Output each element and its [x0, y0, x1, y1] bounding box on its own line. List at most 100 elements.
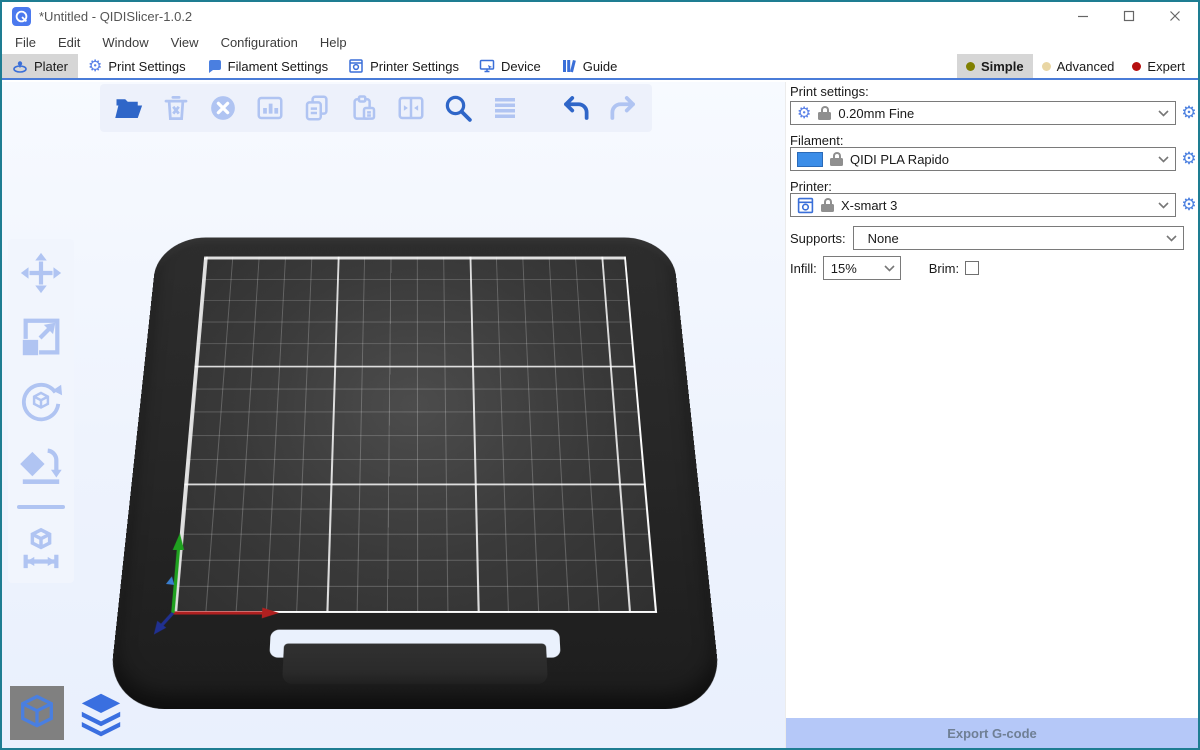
viewport-3d[interactable] — [2, 82, 785, 748]
window-title: *Untitled - QIDISlicer-1.0.2 — [39, 9, 192, 24]
gear-icon: ⚙ — [797, 105, 811, 121]
top-toolbar — [100, 84, 652, 132]
lock-icon — [818, 106, 831, 120]
tab-device[interactable]: Device — [469, 54, 551, 78]
qidislicer-window: { "window": { "title": "*Untitled - QIDI… — [0, 0, 1200, 750]
mode-advanced[interactable]: Advanced — [1033, 54, 1124, 78]
plater-icon — [12, 58, 28, 74]
view-toggles — [10, 686, 128, 740]
delete-icon[interactable] — [159, 91, 193, 125]
tab-guide[interactable]: Guide — [551, 54, 628, 78]
tab-filament-settings[interactable]: Filament Settings — [196, 54, 338, 78]
chevron-down-icon — [1158, 156, 1169, 163]
chevron-down-icon — [1166, 235, 1177, 242]
paste-icon[interactable] — [347, 91, 381, 125]
simple-dot-icon — [966, 62, 975, 71]
app-logo-icon — [12, 7, 31, 26]
device-icon — [479, 58, 495, 74]
tab-bar: Plater ⚙ Print Settings Filament Setting… — [2, 54, 1198, 80]
3d-editor-view-icon[interactable] — [10, 686, 64, 740]
menu-help[interactable]: Help — [309, 30, 358, 54]
window-controls — [1060, 2, 1198, 30]
printer-icon — [797, 197, 814, 214]
open-icon[interactable] — [112, 91, 146, 125]
minimize-button[interactable] — [1060, 2, 1106, 30]
brim-label: Brim: — [929, 261, 959, 276]
supports-select[interactable]: None — [853, 226, 1184, 250]
place-on-face-icon[interactable] — [17, 441, 65, 489]
printer-label: Printer: — [790, 179, 832, 194]
redo-icon[interactable] — [606, 91, 640, 125]
infill-select[interactable]: 15% — [823, 256, 901, 280]
preview-layers-icon[interactable] — [74, 686, 128, 740]
menu-bar: File Edit Window View Configuration Help — [2, 30, 1198, 54]
menu-edit[interactable]: Edit — [47, 30, 91, 54]
print-settings-value: 0.20mm Fine — [838, 106, 1151, 121]
search-icon[interactable] — [441, 91, 475, 125]
filament-select[interactable]: QIDI PLA Rapido — [790, 147, 1176, 171]
expert-dot-icon — [1132, 62, 1141, 71]
title-bar: *Untitled - QIDISlicer-1.0.2 — [2, 2, 1198, 30]
print-settings-gear-button[interactable]: ⚙ — [1180, 101, 1198, 125]
rotate-icon[interactable] — [17, 377, 65, 425]
move-icon[interactable] — [17, 249, 65, 297]
infill-label: Infill: — [790, 261, 817, 276]
copy-icon[interactable] — [300, 91, 334, 125]
measure-icon[interactable] — [17, 525, 65, 573]
printer-gear-button[interactable]: ⚙ — [1180, 193, 1198, 217]
brim-checkbox[interactable] — [965, 261, 979, 275]
menu-window[interactable]: Window — [91, 30, 159, 54]
filament-gear-button[interactable]: ⚙ — [1180, 147, 1198, 171]
supports-value: None — [868, 231, 1166, 246]
layers-list-icon[interactable] — [488, 91, 522, 125]
mode-label: Advanced — [1057, 59, 1115, 74]
mode-simple[interactable]: Simple — [957, 54, 1033, 78]
mode-switcher: Simple Advanced Expert — [957, 54, 1198, 78]
printer-value: X-smart 3 — [841, 198, 1151, 213]
bed-handle — [282, 644, 548, 685]
filament-value: QIDI PLA Rapido — [850, 152, 1151, 167]
printer-bed[interactable] — [107, 237, 722, 708]
infill-row: Infill: 15% Brim: — [790, 256, 979, 280]
origin-axis-indicator — [141, 519, 317, 638]
filament-icon — [206, 58, 222, 74]
close-button[interactable] — [1152, 2, 1198, 30]
supports-label: Supports: — [790, 231, 846, 246]
mode-label: Simple — [981, 59, 1024, 74]
tab-label: Filament Settings — [228, 59, 328, 74]
menu-file[interactable]: File — [4, 30, 47, 54]
settings-panel: Print settings: ⚙ 0.20mm Fine ⚙ Filament… — [785, 82, 1198, 748]
tab-print-settings[interactable]: ⚙ Print Settings — [78, 54, 196, 78]
delete-all-icon[interactable] — [206, 91, 240, 125]
maximize-button[interactable] — [1106, 2, 1152, 30]
guide-icon — [561, 58, 577, 74]
undo-icon[interactable] — [559, 91, 593, 125]
tab-plater[interactable]: Plater — [2, 54, 78, 78]
tab-label: Device — [501, 59, 541, 74]
filament-color-swatch — [797, 152, 823, 167]
advanced-dot-icon — [1042, 62, 1051, 71]
printer-icon — [348, 58, 364, 74]
gear-icon: ⚙ — [88, 58, 102, 74]
tab-label: Guide — [583, 59, 618, 74]
chevron-down-icon — [884, 265, 895, 272]
tab-label: Plater — [34, 59, 68, 74]
tab-label: Print Settings — [108, 59, 185, 74]
left-toolbar — [8, 239, 74, 583]
menu-configuration[interactable]: Configuration — [210, 30, 309, 54]
supports-row: Supports: None — [790, 226, 1184, 250]
filament-label: Filament: — [790, 133, 843, 148]
mode-expert[interactable]: Expert — [1123, 54, 1194, 78]
export-gcode-button[interactable]: Export G-code — [786, 718, 1198, 748]
mode-label: Expert — [1147, 59, 1185, 74]
tab-label: Printer Settings — [370, 59, 459, 74]
split-icon[interactable] — [394, 91, 428, 125]
menu-view[interactable]: View — [160, 30, 210, 54]
chevron-down-icon — [1158, 202, 1169, 209]
print-settings-select[interactable]: ⚙ 0.20mm Fine — [790, 101, 1176, 125]
arrange-icon[interactable] — [253, 91, 287, 125]
scale-icon[interactable] — [17, 313, 65, 361]
printer-select[interactable]: X-smart 3 — [790, 193, 1176, 217]
tab-printer-settings[interactable]: Printer Settings — [338, 54, 469, 78]
lock-icon — [821, 198, 834, 212]
